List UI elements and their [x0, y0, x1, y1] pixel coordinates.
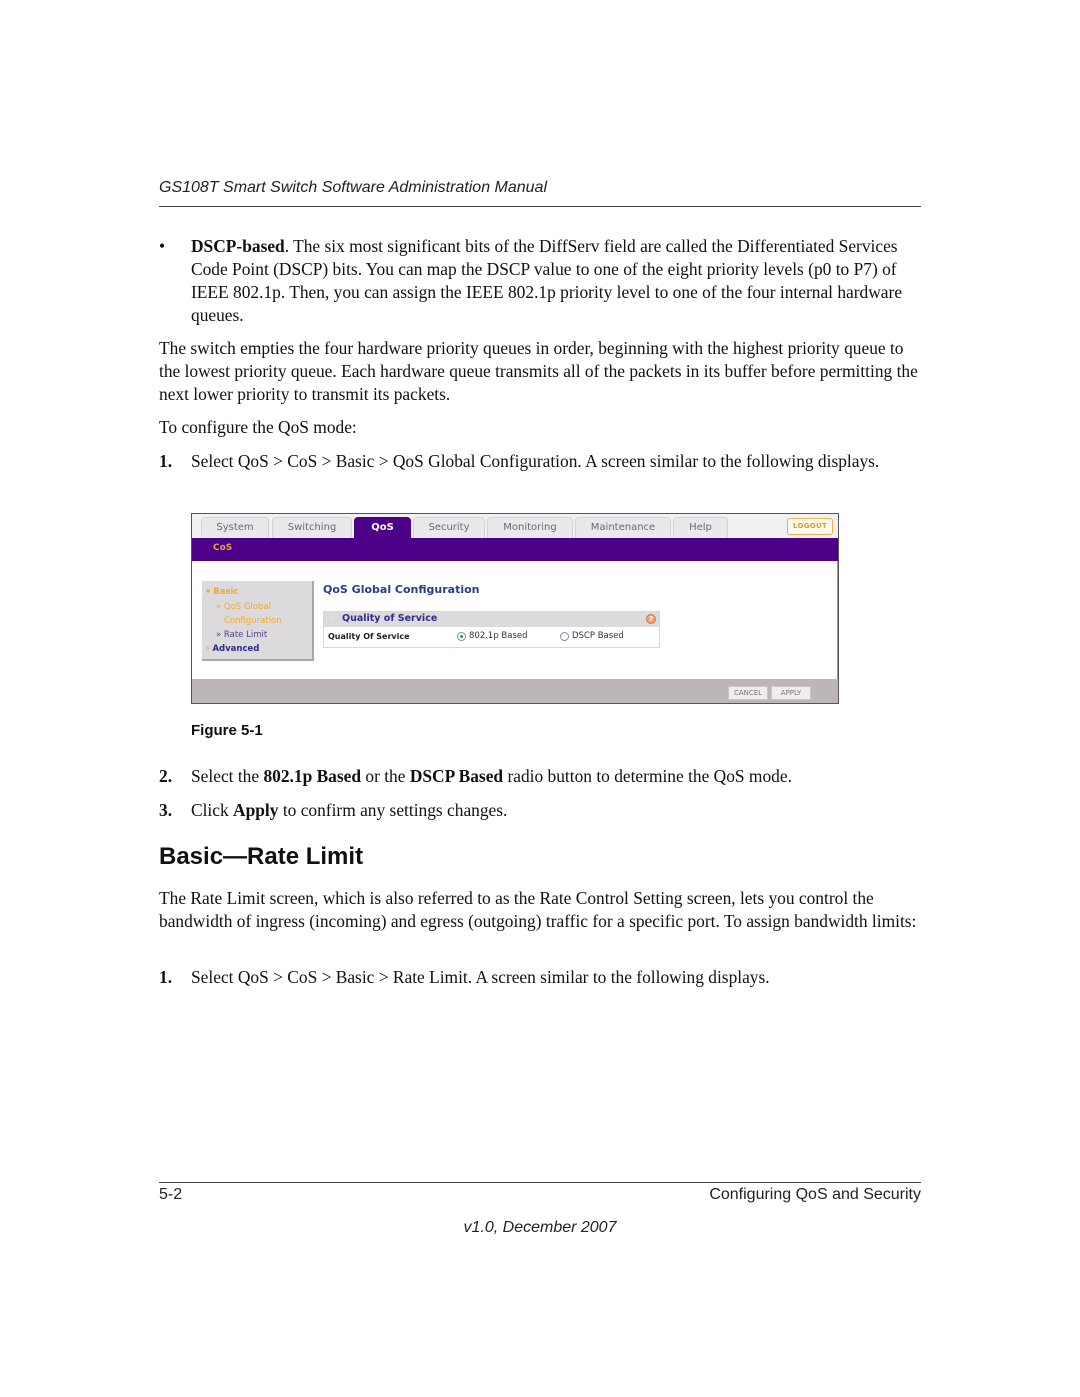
nav-qos-global-configuration-line2[interactable]: Configuration: [224, 616, 282, 626]
left-nav: ▾ Basic » QoS Global Configuration » Rat…: [202, 581, 314, 661]
option-dscp-term: DSCP Based: [409, 766, 504, 786]
nav-basic[interactable]: ▾ Basic: [206, 587, 238, 597]
step-text: Select the: [191, 766, 264, 786]
figure-qos-global-config-screenshot: System Switching QoS Security Monitoring…: [191, 513, 839, 704]
logout-button[interactable]: LOGOUT: [787, 518, 833, 535]
nav-rate-limit[interactable]: » Rate Limit: [216, 630, 267, 640]
step-text: Select QoS > CoS > Basic > QoS Global Co…: [191, 451, 880, 471]
option-802-1p-term: 802.1p Based: [263, 766, 362, 786]
chapter-title: Configuring QoS and Security: [709, 1186, 921, 1203]
footer-rule: [159, 1182, 921, 1183]
step-text: Select QoS > CoS > Basic > Rate Limit. A…: [191, 967, 770, 987]
step-number: 2.: [159, 766, 173, 786]
quality-of-service-label: Quality Of Service: [328, 632, 410, 641]
tab-help[interactable]: Help: [673, 517, 728, 538]
apply-term: Apply: [233, 800, 279, 820]
cancel-button[interactable]: CANCEL: [728, 686, 768, 700]
figure-caption: Figure 5-1: [191, 722, 263, 739]
tab-qos[interactable]: QoS: [354, 517, 411, 538]
panel-title: Quality of Service: [342, 613, 438, 624]
radio-802-1p-label: 802.1p Based: [469, 631, 528, 641]
step-number: 1.: [159, 451, 173, 471]
step-text: Click: [191, 800, 234, 820]
page-title: QoS Global Configuration: [323, 583, 480, 596]
paragraph-configure-intro: To configure the QoS mode:: [159, 417, 357, 437]
page-number: 5-2: [159, 1186, 183, 1203]
tab-bar: System Switching QoS Security Monitoring…: [192, 514, 838, 538]
tab-security[interactable]: Security: [413, 517, 485, 538]
quality-of-service-panel: :: Quality of Service ? Quality Of Servi…: [323, 611, 660, 648]
nav-qos-global-configuration[interactable]: » QoS Global: [216, 602, 271, 612]
subnav-cos[interactable]: CoS: [213, 543, 232, 553]
bullet-text: . The six most significant bits of the D…: [191, 236, 903, 325]
bullet-symbol: •: [159, 236, 166, 256]
nav-advanced[interactable]: › Advanced: [206, 644, 259, 654]
paragraph-rate-limit-intro: The Rate Limit screen, which is also ref…: [159, 888, 917, 931]
running-header: GS108T Smart Switch Software Administrat…: [159, 179, 548, 196]
radio-dscp-based[interactable]: [560, 632, 569, 641]
help-icon[interactable]: ?: [646, 614, 656, 624]
content-area: ▾ Basic » QoS Global Configuration » Rat…: [192, 561, 838, 679]
tab-monitoring[interactable]: Monitoring: [487, 517, 573, 538]
header-rule: [159, 206, 921, 207]
bullet-term: DSCP-based: [191, 236, 285, 256]
version-date: v1.0, December 2007: [463, 1219, 617, 1236]
tab-switching[interactable]: Switching: [272, 517, 352, 538]
step-number: 3.: [159, 800, 173, 820]
radio-802-1p-based[interactable]: [457, 632, 466, 641]
step-number: 1.: [159, 967, 173, 987]
step-text: radio button to determine the QoS mode.: [503, 766, 792, 786]
panel-header: :: Quality of Service ?: [324, 612, 659, 627]
apply-button[interactable]: APPLY: [771, 686, 811, 700]
tab-system[interactable]: System: [201, 517, 269, 538]
step-text: or the: [361, 766, 410, 786]
step-text: to confirm any settings changes.: [278, 800, 508, 820]
paragraph-queue-order: The switch empties the four hardware pri…: [159, 338, 918, 404]
radio-dscp-label: DSCP Based: [572, 631, 624, 641]
sub-nav-bar: CoS: [192, 538, 838, 561]
tab-maintenance[interactable]: Maintenance: [575, 517, 671, 538]
section-heading: Basic—Rate Limit: [159, 843, 364, 870]
grip-icon: ::: [330, 614, 335, 622]
